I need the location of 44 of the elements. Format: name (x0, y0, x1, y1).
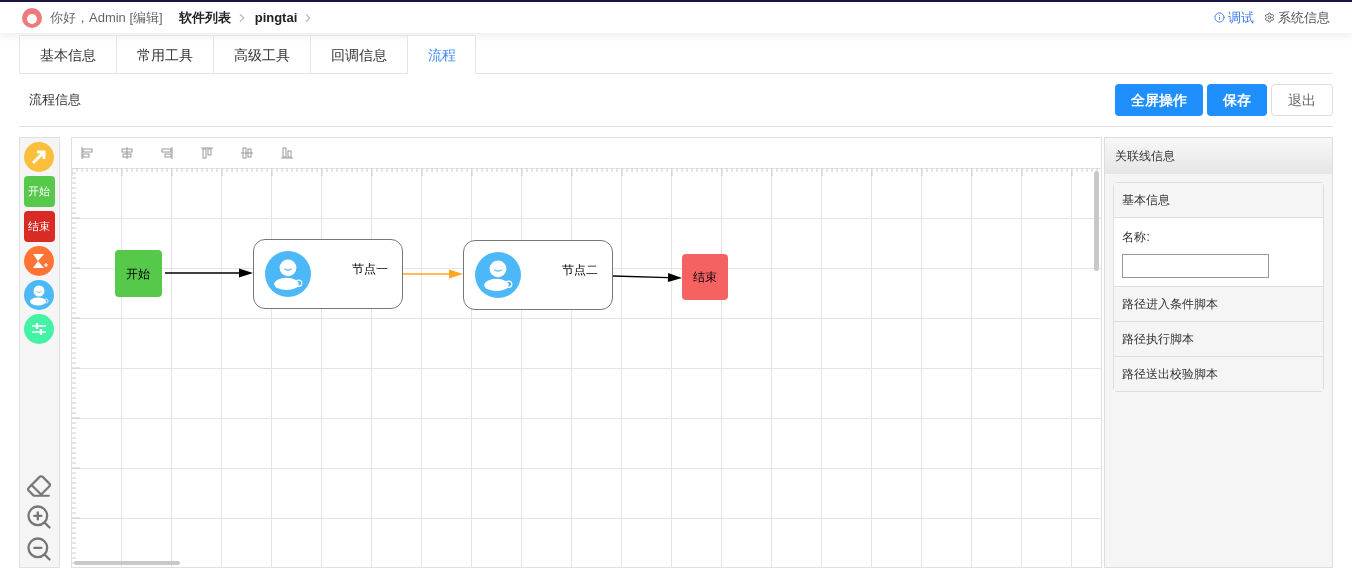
align-icon[interactable] (199, 146, 214, 160)
end-node[interactable]: 结束 (681, 254, 728, 300)
tab[interactable]: 流程 (407, 35, 476, 74)
hourglass-tool-icon[interactable] (24, 246, 55, 276)
avatar-icon (22, 7, 42, 28)
name-field[interactable] (1122, 254, 1270, 278)
node-label: 节点二 (561, 262, 598, 278)
tab[interactable]: 常用工具 (116, 35, 213, 74)
vertical-scrollbar[interactable] (1094, 171, 1100, 271)
arrow-tool-icon[interactable] (24, 142, 55, 172)
zoom-in-icon[interactable] (25, 503, 54, 531)
start-node[interactable]: 开始 (114, 250, 162, 297)
user-icon (264, 251, 311, 297)
field-label: 名称: (1122, 229, 1151, 246)
eraser-icon[interactable] (26, 473, 53, 499)
align-icon[interactable] (79, 146, 94, 160)
align-icon[interactable] (119, 146, 134, 160)
settings-icon (1264, 12, 1275, 23)
sliders-tool-icon[interactable] (24, 314, 55, 344)
header-link[interactable]: 调试 (1214, 7, 1254, 28)
align-icon[interactable] (159, 146, 174, 160)
breadcrumb-link[interactable]: 软件列表 (178, 7, 231, 28)
task-node[interactable]: 节点二 (462, 240, 613, 310)
info-icon (1214, 12, 1225, 23)
section-title: 流程信息 (29, 91, 81, 110)
script-row[interactable]: 路径执行脚本 (1114, 321, 1323, 356)
align-icon[interactable] (239, 146, 254, 160)
script-row[interactable]: 路径送出校验脚本 (1114, 356, 1323, 391)
exit-button[interactable]: 退出 (1271, 84, 1333, 116)
end-tool[interactable]: 结束 (23, 211, 55, 242)
header-link[interactable]: 系统信息 (1264, 7, 1330, 28)
align-icon[interactable] (279, 146, 294, 160)
card-header: 基本信息 (1114, 183, 1323, 218)
user-icon (474, 252, 521, 298)
breadcrumb-link[interactable]: pingtai (254, 7, 298, 28)
script-row[interactable]: 路径进入条件脚本 (1114, 286, 1323, 321)
tab[interactable]: 基本信息 (19, 35, 116, 74)
horizontal-scrollbar[interactable] (73, 561, 180, 565)
greeting-text: 你好，Admin [编辑] (50, 8, 163, 27)
tab[interactable]: 高级工具 (213, 35, 310, 74)
user-tool-icon (24, 280, 55, 310)
zoom-out-icon[interactable] (25, 535, 54, 563)
task-node[interactable]: 节点一 (252, 239, 403, 309)
node-label: 节点一 (351, 261, 388, 277)
